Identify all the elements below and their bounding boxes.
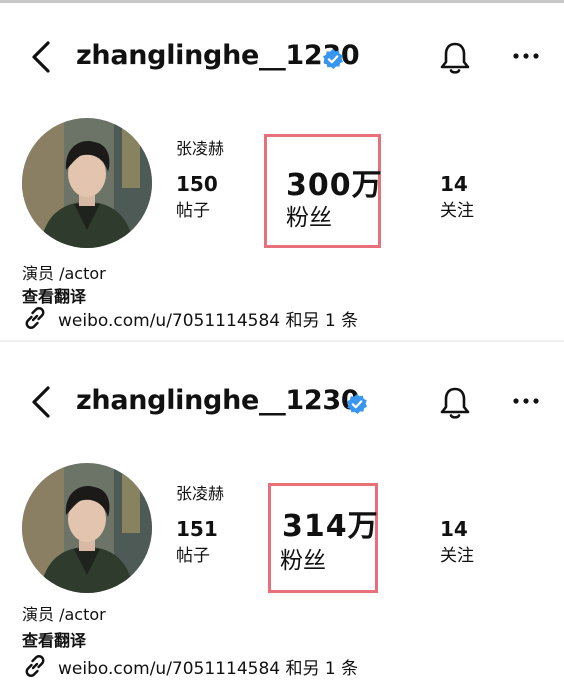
bio-text: 演员 /actor: [22, 264, 106, 283]
verified-badge-icon: [347, 394, 367, 414]
username: zhanglinghe__1230: [76, 385, 360, 416]
following-label: 关注: [440, 201, 474, 221]
posts-label: 帖子: [176, 201, 210, 221]
more-options-icon[interactable]: [510, 395, 542, 407]
more-options-icon[interactable]: [510, 50, 542, 62]
back-arrow-icon[interactable]: [28, 385, 54, 419]
posts-count[interactable]: 150: [176, 172, 218, 196]
see-translation-link[interactable]: 查看翻译: [22, 627, 86, 651]
external-link[interactable]: weibo.com/u/7051114584 和另 1 条: [58, 654, 358, 679]
notification-bell-icon[interactable]: [436, 38, 474, 76]
followers-label: 粉丝: [286, 205, 332, 231]
username: zhanglinghe__1230: [76, 40, 360, 71]
following-count[interactable]: 14: [440, 172, 468, 196]
display-name: 张凌赫: [176, 139, 225, 158]
link-icon: [25, 307, 45, 329]
link-icon: [25, 655, 45, 677]
verified-badge-icon: [323, 49, 343, 69]
following-count[interactable]: 14: [440, 517, 468, 541]
profile-avatar[interactable]: [22, 118, 152, 248]
bio-text: 演员 /actor: [22, 605, 106, 624]
profile-snapshot-1: zhanglinghe__1230 张凌赫 150 帖子 300万 粉丝 14 …: [0, 0, 564, 345]
profile-snapshot-2: zhanglinghe__1230 张凌赫 151 帖子 314万 粉丝 14 …: [0, 345, 564, 690]
followers-count[interactable]: 314万: [282, 501, 379, 545]
external-link[interactable]: weibo.com/u/7051114584 和另 1 条: [58, 306, 358, 331]
section-divider: [0, 340, 564, 342]
see-translation-link[interactable]: 查看翻译: [22, 283, 86, 307]
notification-bell-icon[interactable]: [436, 383, 474, 421]
followers-label: 粉丝: [280, 548, 326, 574]
posts-label: 帖子: [176, 546, 210, 566]
display-name: 张凌赫: [176, 484, 225, 503]
profile-avatar[interactable]: [22, 463, 152, 593]
back-arrow-icon[interactable]: [28, 40, 54, 74]
following-label: 关注: [440, 546, 474, 566]
posts-count[interactable]: 151: [176, 517, 218, 541]
